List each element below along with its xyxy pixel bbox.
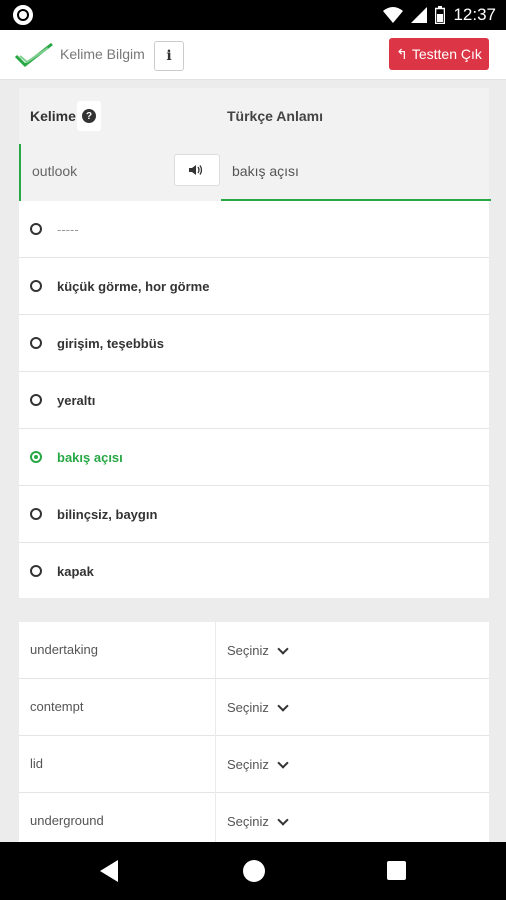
select-value: Seçiniz <box>227 757 269 772</box>
matching-word: lid <box>30 756 44 771</box>
option-3[interactable]: yeraltı <box>19 372 489 429</box>
meaning-column-label: Türkçe Anlamı <box>227 108 323 124</box>
current-question-row: outlook bakış açısı <box>19 144 491 201</box>
matching-row: underground Seçiniz <box>19 793 489 842</box>
option-5[interactable]: bilinçsiz, baygın <box>19 486 489 543</box>
speaker-icon <box>189 165 203 175</box>
battery-icon <box>435 6 446 24</box>
checkmark-logo-icon <box>14 42 53 67</box>
option-label: ----- <box>57 221 79 237</box>
option-0[interactable]: ----- <box>19 201 489 258</box>
option-4[interactable]: bakış açısı <box>19 429 489 486</box>
exit-test-button[interactable]: ↰ Testten Çık <box>389 38 489 70</box>
matching-row: lid Seçiniz <box>19 736 489 793</box>
radio-icon <box>30 394 42 406</box>
option-label: bakış açısı <box>57 449 123 465</box>
clock: 12:37 <box>453 5 496 24</box>
app-title: Kelime Bilgim <box>60 46 145 62</box>
circle-app-icon <box>13 5 33 25</box>
option-2[interactable]: girişim, teşebbüs <box>19 315 489 372</box>
status-bar: 12:37 <box>0 0 506 30</box>
select-value: Seçiniz <box>227 700 269 715</box>
play-sound-button[interactable] <box>174 154 220 186</box>
radio-icon <box>30 280 42 292</box>
radio-icon <box>30 337 42 349</box>
recent-apps-icon[interactable] <box>387 861 406 880</box>
app-bar: Kelime Bilgim i ↰ Testten Çık <box>0 30 506 80</box>
options-list: ----- küçük görme, hor görme girişim, te… <box>19 201 489 600</box>
meaning-select[interactable]: Seçiniz <box>215 736 289 793</box>
reply-arrow-icon: ↰ <box>396 45 408 62</box>
home-icon[interactable] <box>243 860 265 882</box>
answer-field[interactable]: bakış açısı <box>221 144 491 201</box>
question-icon: ? <box>82 109 96 123</box>
select-value: Seçiniz <box>227 643 269 658</box>
info-button[interactable]: i <box>154 41 184 71</box>
meaning-select[interactable]: Seçiniz <box>215 793 289 842</box>
radio-selected-icon <box>30 451 42 463</box>
option-label: girişim, teşebbüs <box>57 335 164 351</box>
option-label: bilinçsiz, baygın <box>57 506 158 522</box>
option-label: kapak <box>57 564 94 579</box>
exit-test-label: Testten Çık <box>411 46 482 62</box>
chevron-down-icon <box>277 813 289 826</box>
navigation-bar <box>0 842 506 900</box>
option-1[interactable]: küçük görme, hor görme <box>19 258 489 315</box>
radio-icon <box>30 223 42 235</box>
chevron-down-icon <box>277 699 289 712</box>
matching-row: contempt Seçiniz <box>19 679 489 736</box>
chevron-down-icon <box>277 756 289 769</box>
word-column-label: Kelime <box>30 108 76 124</box>
radio-icon <box>30 508 42 520</box>
quiz-header: Kelime ? Türkçe Anlamı <box>19 88 489 144</box>
wifi-icon <box>383 7 404 23</box>
matching-word: underground <box>30 813 104 828</box>
matching-word: undertaking <box>30 642 98 657</box>
matching-row: undertaking Seçiniz <box>19 622 489 679</box>
meaning-select[interactable]: Seçiniz <box>215 679 289 736</box>
meaning-select[interactable]: Seçiniz <box>215 622 289 679</box>
chevron-down-icon <box>277 642 289 655</box>
matching-word: contempt <box>30 699 84 714</box>
help-button[interactable]: ? <box>77 101 101 131</box>
back-icon[interactable] <box>100 860 118 882</box>
status-icons: 12:37 <box>383 0 496 30</box>
quiz-card: Kelime ? Türkçe Anlamı outlook bakış açı… <box>19 88 491 600</box>
answer-value: bakış açısı <box>232 163 299 179</box>
option-label: küçük görme, hor görme <box>57 278 210 294</box>
radio-icon <box>30 565 42 577</box>
matching-card: undertaking Seçiniz contempt Seçiniz lid… <box>19 622 489 842</box>
select-value: Seçiniz <box>227 814 269 829</box>
signal-icon <box>411 7 428 23</box>
option-6[interactable]: kapak <box>19 543 489 600</box>
current-word: outlook <box>32 163 78 179</box>
option-label: yeraltı <box>57 392 96 408</box>
